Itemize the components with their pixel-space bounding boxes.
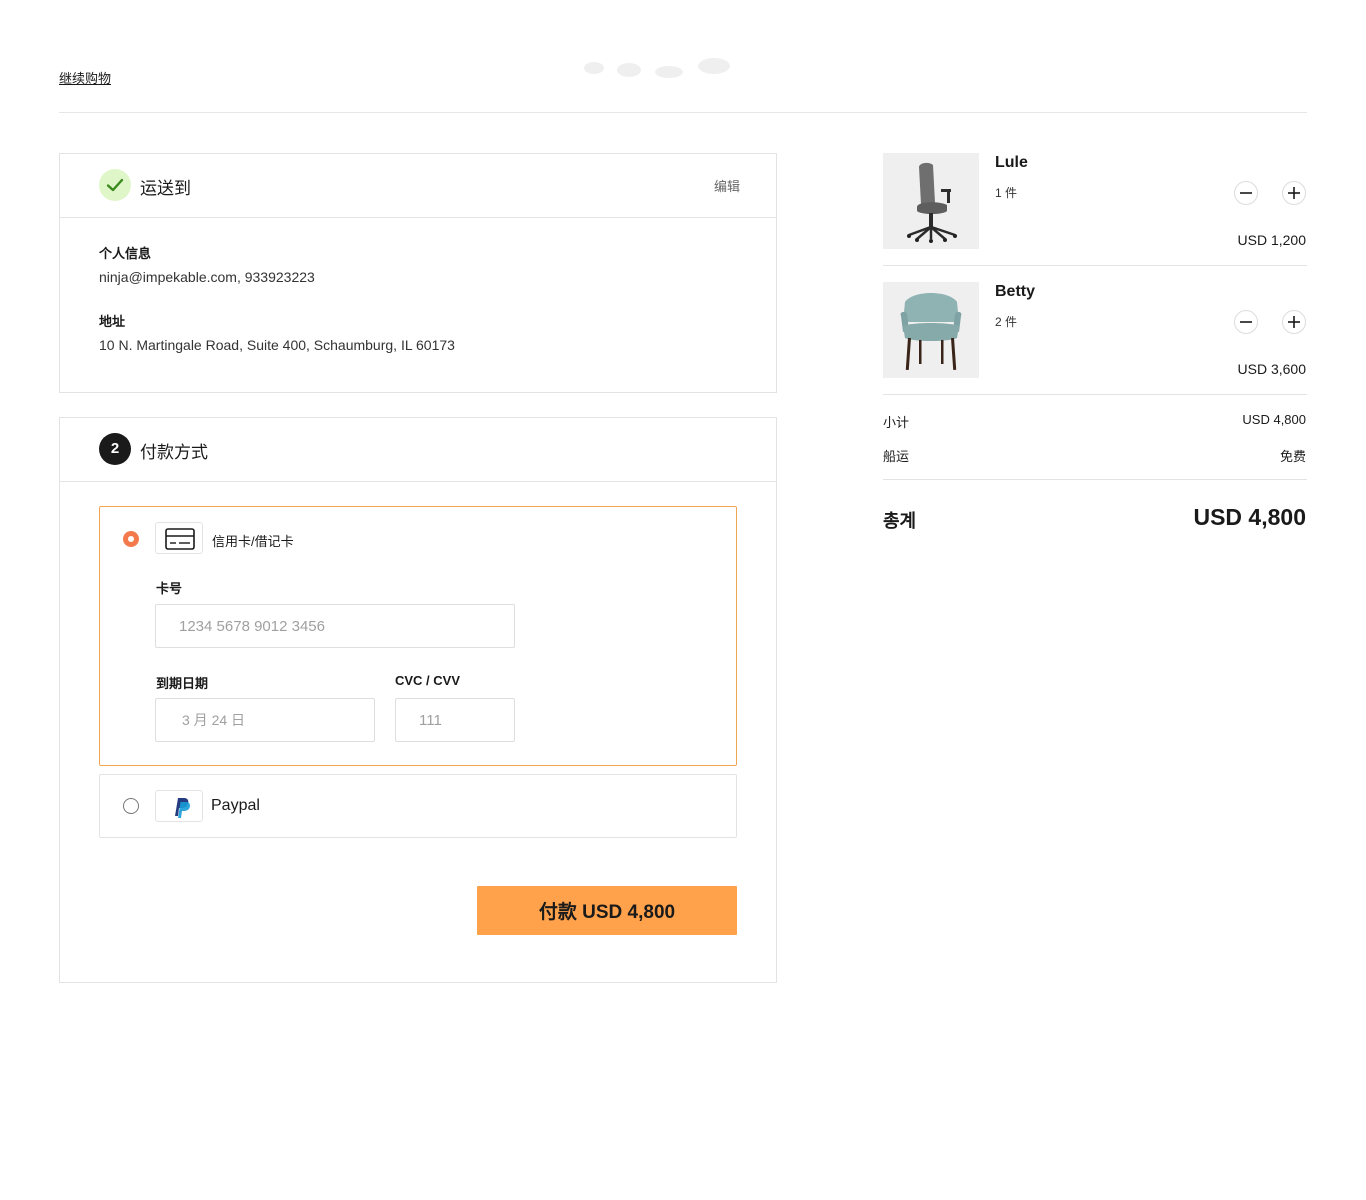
total-label: 총계: [883, 511, 917, 531]
cart-item: Lule 1 件 USD 1,200: [883, 153, 1307, 266]
decrease-quantity-button[interactable]: [1234, 310, 1258, 334]
paypal-icon: [155, 790, 203, 822]
cvc-input[interactable]: [395, 698, 515, 742]
increase-quantity-button[interactable]: [1282, 310, 1306, 334]
card-number-input[interactable]: [155, 604, 515, 648]
expiry-label: 到期日期: [156, 676, 209, 691]
product-image: [883, 282, 979, 378]
shipping-cost-value: 免费: [1279, 449, 1306, 464]
payment-panel: 2 付款方式 信用卡/借记卡 卡号 到期日期 CVC / CVV: [59, 417, 777, 983]
payment-option-card[interactable]: 信用卡/借记卡 卡号 到期日期 CVC / CVV: [99, 506, 737, 766]
item-quantity: 2 件: [995, 315, 1018, 329]
item-quantity: 1 件: [995, 186, 1018, 200]
plus-icon: [1288, 316, 1300, 328]
total-value: USD 4,800: [1193, 504, 1306, 530]
total-divider: [883, 479, 1307, 480]
expiry-input[interactable]: [155, 698, 375, 742]
credit-card-icon: [155, 522, 203, 554]
edit-shipping-link[interactable]: 编辑: [714, 176, 740, 195]
item-price: USD 3,600: [1237, 361, 1306, 377]
pay-button[interactable]: 付款 USD 4,800: [477, 886, 737, 935]
paypal-radio[interactable]: [123, 798, 139, 814]
item-name: Lule: [995, 154, 1028, 171]
increase-quantity-button[interactable]: [1282, 181, 1306, 205]
address-value: 10 N. Martingale Road, Suite 400, Schaum…: [99, 337, 455, 353]
decrease-quantity-button[interactable]: [1234, 181, 1258, 205]
payment-title: 付款方式: [140, 443, 208, 462]
personal-info-value: ninja@impekable.com, 933923223: [99, 269, 315, 285]
shipping-row: 船运 免费: [883, 446, 1307, 465]
minus-icon: [1240, 192, 1252, 194]
plus-icon: [1288, 187, 1300, 199]
card-radio[interactable]: [123, 531, 139, 547]
cart-item: Betty 2 件 USD 3,600: [883, 282, 1307, 395]
shipping-panel: 运送到 编辑 个人信息 ninja@impekable.com, 9339232…: [59, 153, 777, 393]
card-option-label: 信用卡/借记卡: [212, 534, 294, 549]
personal-info-label: 个人信息: [99, 246, 152, 261]
product-image: [883, 153, 979, 249]
payment-option-paypal[interactable]: Paypal: [99, 774, 737, 838]
logo-icon: [584, 58, 730, 78]
minus-icon: [1240, 321, 1252, 323]
top-bar: 继续购物: [59, 0, 1307, 113]
subtotal-row: 小计 USD 4,800: [883, 412, 1307, 431]
address-label: 地址: [99, 314, 126, 329]
item-name: Betty: [995, 283, 1036, 300]
subtotal-label: 小计: [883, 415, 910, 430]
cvc-label: CVC / CVV: [395, 673, 461, 688]
card-number-label: 卡号: [156, 581, 183, 596]
item-price: USD 1,200: [1237, 232, 1306, 248]
payment-panel-header: 2 付款方式: [60, 418, 776, 482]
check-icon: [99, 169, 131, 201]
shipping-title: 运送到: [140, 179, 191, 198]
shipping-cost-label: 船运: [883, 449, 910, 464]
subtotal-value: USD 4,800: [1242, 412, 1306, 427]
shipping-panel-header: 运送到 编辑: [60, 154, 776, 218]
paypal-option-label: Paypal: [211, 797, 260, 814]
continue-shopping-link[interactable]: 继续购物: [59, 68, 111, 87]
step-number-badge: 2: [99, 433, 131, 465]
